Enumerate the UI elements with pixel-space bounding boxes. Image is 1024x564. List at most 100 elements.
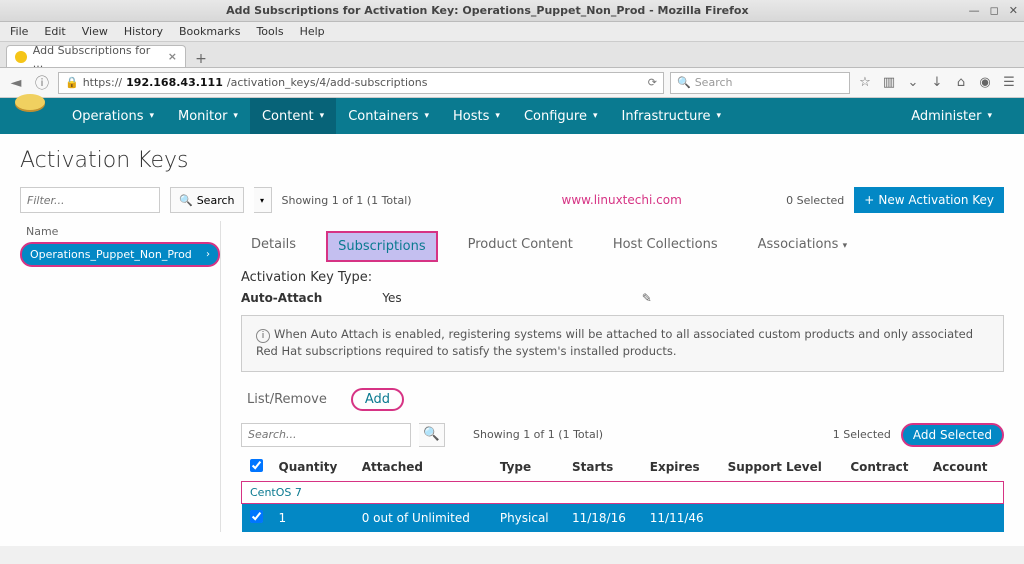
row-checkbox[interactable] — [250, 510, 263, 523]
auto-attach-value: Yes — [382, 291, 401, 305]
home-icon[interactable]: ⌂ — [952, 75, 970, 90]
app-logo-icon — [15, 94, 45, 110]
search-dropdown[interactable]: ▾ — [254, 187, 272, 213]
tab-strip: Add Subscriptions for ... × + — [0, 42, 1024, 68]
star-icon[interactable]: ☆ — [856, 75, 874, 90]
new-tab-button[interactable]: + — [190, 51, 212, 67]
menu-view[interactable]: View — [82, 25, 108, 38]
library-icon[interactable]: ▥ — [880, 75, 898, 90]
url-scheme: https:// — [83, 76, 122, 89]
chevron-down-icon: ▾ — [495, 111, 500, 121]
left-column: Name Operations_Puppet_Non_Prod › — [20, 221, 220, 532]
group-name: CentOS 7 — [242, 481, 1004, 503]
sub-search-input[interactable] — [241, 423, 411, 447]
info-text: When Auto Attach is enabled, registering… — [256, 327, 973, 358]
chevron-down-icon: ▾ — [425, 111, 430, 121]
subtab-add[interactable]: Add — [351, 388, 404, 411]
add-selected-button[interactable]: Add Selected — [901, 423, 1004, 447]
col-contract: Contract — [842, 453, 925, 482]
col-starts: Starts — [564, 453, 642, 482]
sub-toolbar: 🔍 Showing 1 of 1 (1 Total) 1 Selected Ad… — [241, 423, 1004, 447]
filter-input[interactable] — [20, 187, 160, 213]
activation-key-item[interactable]: Operations_Puppet_Non_Prod › — [20, 242, 220, 267]
tab-associations[interactable]: Associations ▾ — [748, 231, 857, 262]
chevron-down-icon: ▾ — [593, 111, 598, 121]
col-attached: Attached — [354, 453, 492, 482]
nav-configure[interactable]: Configure▾ — [512, 98, 610, 134]
browser-search-input[interactable]: 🔍 Search — [670, 72, 850, 94]
back-button[interactable]: ◄ — [6, 75, 26, 91]
cell-type: Physical — [492, 503, 564, 532]
menu-history[interactable]: History — [124, 25, 163, 38]
tab-host-collections[interactable]: Host Collections — [603, 231, 728, 262]
cell-starts: 11/18/16 — [564, 503, 642, 532]
identity-button[interactable]: ⓘ — [32, 73, 52, 93]
search-placeholder: Search — [695, 76, 733, 89]
nav-infrastructure[interactable]: Infrastructure▾ — [609, 98, 733, 134]
tab-subscriptions[interactable]: Subscriptions — [326, 231, 438, 262]
sub-selected-count: 1 Selected — [833, 428, 891, 441]
nav-containers[interactable]: Containers▾ — [336, 98, 441, 134]
subtab-list-remove[interactable]: List/Remove — [241, 390, 333, 409]
tab-close-icon[interactable]: × — [168, 50, 177, 63]
col-account: Account — [925, 453, 1004, 482]
search-icon: 🔍 — [423, 427, 440, 442]
nav-hosts[interactable]: Hosts▾ — [441, 98, 512, 134]
select-all-checkbox[interactable] — [250, 459, 263, 472]
table-row[interactable]: 1 0 out of Unlimited Physical 11/18/16 1… — [242, 503, 1004, 532]
search-icon: 🔍 — [179, 194, 193, 207]
sub-tabs: List/Remove Add — [241, 388, 1004, 411]
edit-icon[interactable]: ✎ — [642, 291, 652, 305]
cell-quantity: 1 — [271, 503, 354, 532]
url-host: 192.168.43.111 — [126, 76, 223, 89]
sub-search-button[interactable]: 🔍 — [419, 423, 445, 447]
new-activation-key-button[interactable]: +New Activation Key — [854, 187, 1004, 213]
detail-tabs: Details Subscriptions Product Content Ho… — [241, 231, 1004, 262]
activation-key-name: Operations_Puppet_Non_Prod — [30, 248, 192, 261]
plus-icon: + — [864, 193, 874, 207]
auto-attach-label: Auto-Attach — [241, 291, 322, 305]
menu-tools[interactable]: Tools — [256, 25, 283, 38]
nav-content[interactable]: Content▾ — [250, 98, 336, 134]
close-button[interactable]: ✕ — [1009, 4, 1018, 17]
search-button[interactable]: 🔍Search — [170, 187, 244, 213]
page-title: Activation Keys — [20, 148, 1004, 173]
browser-tab[interactable]: Add Subscriptions for ... × — [6, 45, 186, 67]
cell-attached: 0 out of Unlimited — [354, 503, 492, 532]
showing-count: Showing 1 of 1 (1 Total) — [282, 194, 412, 207]
browser-menubar: File Edit View History Bookmarks Tools H… — [0, 22, 1024, 42]
window-titlebar: Add Subscriptions for Activation Key: Op… — [0, 0, 1024, 22]
menu-file[interactable]: File — [10, 25, 28, 38]
info-box: iWhen Auto Attach is enabled, registerin… — [241, 315, 1004, 372]
watermark-text: www.linuxtechi.com — [562, 193, 682, 207]
lock-icon: 🔒 — [65, 76, 79, 89]
detail-panel: Details Subscriptions Product Content Ho… — [220, 221, 1004, 532]
name-column-header: Name — [20, 221, 220, 242]
chevron-right-icon: › — [206, 249, 210, 260]
nav-monitor[interactable]: Monitor▾ — [166, 98, 250, 134]
tab-details[interactable]: Details — [241, 231, 306, 262]
menu-help[interactable]: Help — [300, 25, 325, 38]
chevron-down-icon: ▾ — [233, 111, 238, 121]
pocket-icon[interactable]: ⌄ — [904, 75, 922, 90]
extension-icon[interactable]: ◉ — [976, 75, 994, 90]
selected-count: 0 Selected — [786, 194, 844, 207]
window-title: Add Subscriptions for Activation Key: Op… — [6, 4, 969, 17]
tab-product-content[interactable]: Product Content — [458, 231, 583, 262]
nav-operations[interactable]: Operations▾ — [60, 98, 166, 134]
info-icon: i — [256, 329, 270, 343]
menu-edit[interactable]: Edit — [44, 25, 65, 38]
nav-administer[interactable]: Administer▾ — [899, 98, 1004, 134]
downloads-icon[interactable]: ↓ — [928, 75, 946, 90]
activation-key-type-label: Activation Key Type: — [241, 270, 1004, 285]
minimize-button[interactable]: — — [969, 4, 980, 17]
chevron-down-icon: ▾ — [843, 241, 848, 251]
menu-bookmarks[interactable]: Bookmarks — [179, 25, 240, 38]
url-input[interactable]: 🔒 https://192.168.43.111/activation_keys… — [58, 72, 664, 94]
app-nav: Operations▾ Monitor▾ Content▾ Containers… — [0, 98, 1024, 134]
cell-contract — [842, 503, 925, 532]
maximize-button[interactable]: ◻ — [990, 4, 999, 17]
reload-icon[interactable]: ⟳ — [648, 76, 657, 89]
favicon-icon — [15, 51, 27, 63]
hamburger-icon[interactable]: ☰ — [1000, 75, 1018, 90]
